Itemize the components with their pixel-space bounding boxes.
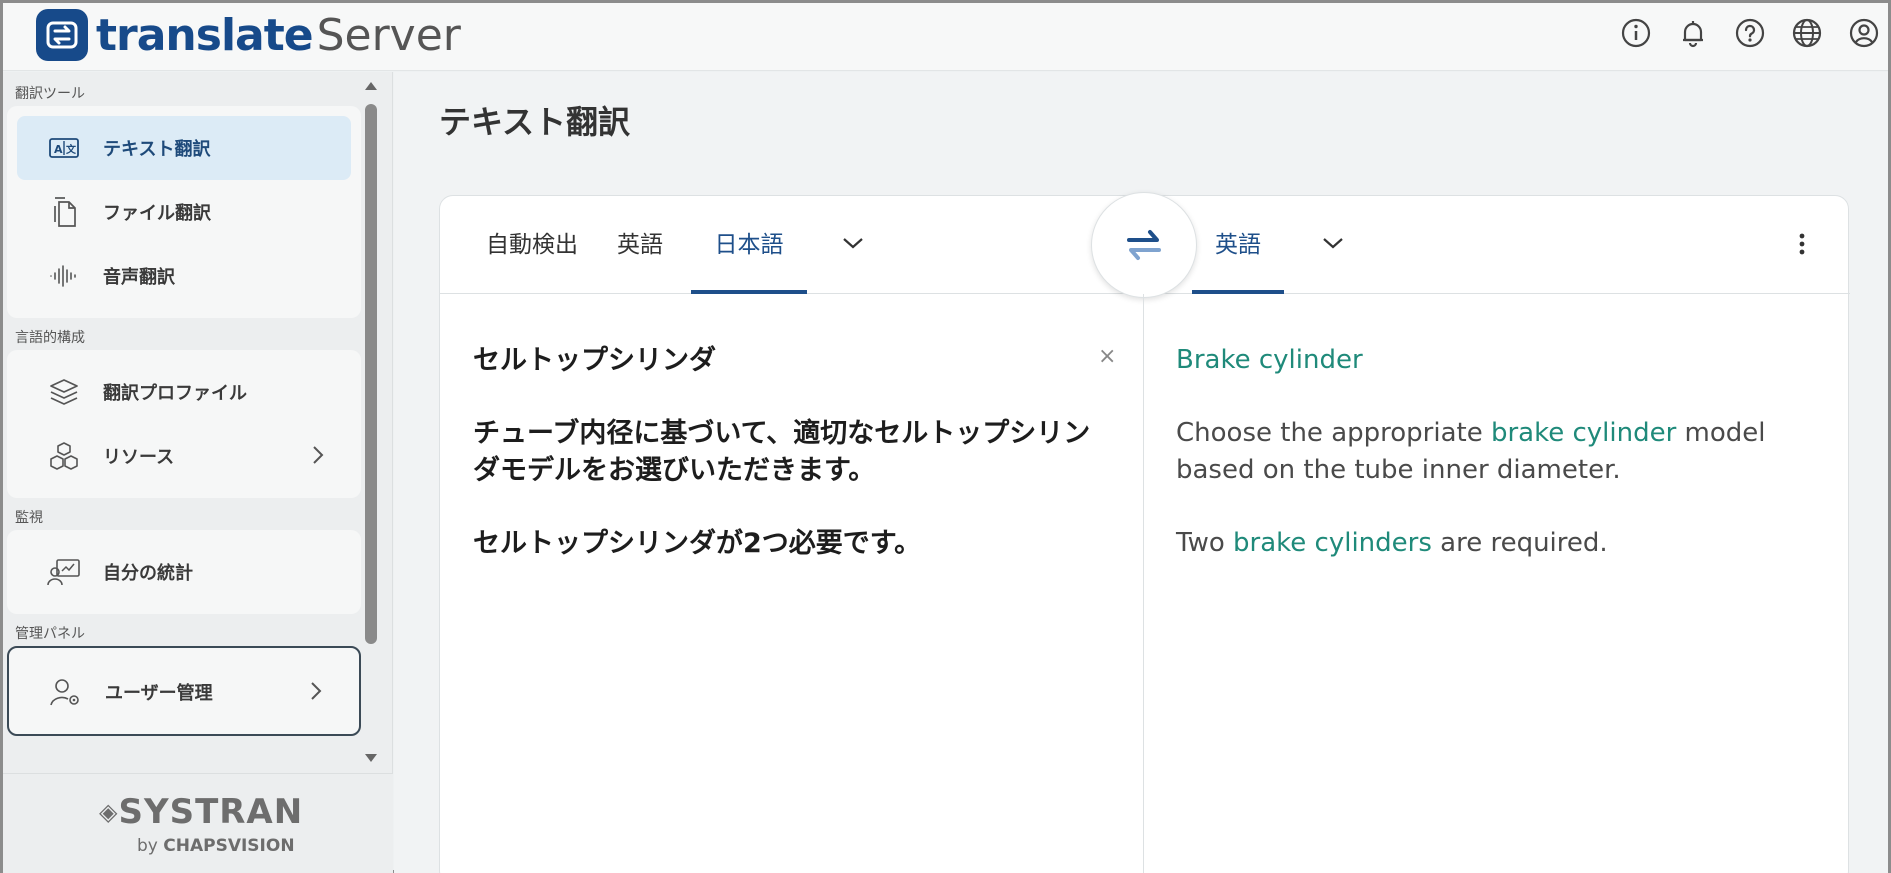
app-logo[interactable]: translate Server [36, 9, 461, 61]
tab-source-japanese[interactable]: 日本語 [691, 196, 807, 294]
info-icon[interactable] [1619, 16, 1652, 49]
chevron-down-icon [1323, 238, 1343, 249]
tab-source-english[interactable]: 英語 [612, 196, 668, 294]
help-icon[interactable] [1733, 16, 1766, 49]
target-language-dropdown[interactable] [1320, 234, 1346, 256]
sidebar-item-translation-profiles[interactable]: 翻訳プロファイル [17, 360, 351, 424]
main-content: テキスト翻訳 自動検出 英語 日本語 英語 セルトップシリンダ チューブ内径に基… [394, 72, 1888, 873]
clear-text-button[interactable]: × [1098, 344, 1116, 369]
sidebar-item-user-management[interactable]: ユーザー管理 [19, 660, 349, 724]
highlighted-term[interactable]: Brake cylinder [1176, 345, 1363, 375]
audio-icon [47, 259, 81, 293]
translation-card: 自動検出 英語 日本語 英語 セルトップシリンダ チューブ内径に基づいて、適切な… [439, 192, 1850, 873]
top-bar: translate Server [3, 3, 1888, 71]
scroll-down-arrow-icon[interactable] [365, 754, 377, 762]
user-account-icon[interactable] [1847, 16, 1880, 49]
sidebar-item-file-translation[interactable]: ファイル翻訳 [17, 180, 351, 244]
target-paragraph: Two brake cylinders are required. [1176, 528, 1608, 558]
chevron-right-icon [311, 444, 325, 471]
sidebar-item-label: 音声翻訳 [103, 267, 175, 288]
sidebar-item-label: リソース [103, 447, 175, 468]
logo-icon [36, 9, 88, 61]
logo-text-server: Server [316, 9, 461, 61]
source-paragraph: セルトップシリンダが2つ必要です。 [473, 528, 922, 559]
file-icon [47, 195, 81, 229]
tab-source-auto-detect[interactable]: 自動検出 [482, 196, 582, 294]
sidebar: 翻訳ツール A文 テキスト翻訳 ファイル翻訳 音声翻訳 言語的構成 翻訳プロファ… [3, 72, 393, 873]
section-title-monitoring: 監視 [15, 510, 43, 526]
highlighted-term[interactable]: brake cylinder [1491, 418, 1676, 448]
sidebar-item-label: 翻訳プロファイル [103, 383, 247, 404]
user-gear-icon [49, 675, 83, 709]
sidebar-scrollbar[interactable] [361, 82, 381, 762]
section-translation-tools: A文 テキスト翻訳 ファイル翻訳 音声翻訳 [7, 106, 361, 318]
sidebar-item-label: テキスト翻訳 [103, 139, 211, 160]
section-title-translation-tools: 翻訳ツール [15, 86, 85, 102]
logo-text-translate: translate [96, 9, 314, 61]
globe-icon[interactable] [1790, 16, 1823, 49]
systran-diamond-icon: ◈ [99, 798, 119, 826]
scroll-up-arrow-icon[interactable] [365, 82, 377, 90]
target-paragraph: Brake cylinder [1176, 342, 1816, 379]
sidebar-nav[interactable]: 翻訳ツール A文 テキスト翻訳 ファイル翻訳 音声翻訳 言語的構成 翻訳プロファ… [3, 72, 381, 770]
sidebar-item-resources[interactable]: リソース [17, 424, 351, 488]
source-paragraph: チューブ内径に基づいて、適切なセルトップシリンダモデルをお選びいただきます。 [473, 418, 1091, 486]
section-title-linguistic-config: 言語的構成 [15, 330, 85, 346]
chevron-down-icon [843, 238, 863, 249]
svg-text:A: A [54, 143, 63, 156]
section-admin-panel: ユーザー管理 [7, 646, 361, 736]
sidebar-item-audio-translation[interactable]: 音声翻訳 [17, 244, 351, 308]
systran-logo: ◈SYSTRAN [99, 792, 304, 832]
layers-icon [47, 375, 81, 409]
bell-icon[interactable] [1676, 16, 1709, 49]
sidebar-item-my-statistics[interactable]: 自分の統計 [17, 540, 351, 604]
page-title: テキスト翻訳 [439, 103, 631, 141]
section-monitoring: 自分の統計 [7, 530, 361, 614]
highlighted-term[interactable]: brake cylinders [1233, 528, 1432, 558]
swap-icon [1127, 230, 1161, 260]
language-tab-bar: 自動検出 英語 日本語 英語 [440, 192, 1850, 298]
section-title-admin-panel: 管理パネル [15, 626, 85, 642]
stats-icon [47, 555, 81, 589]
more-options-button[interactable] [1798, 232, 1806, 260]
brand-footer: ◈SYSTRAN by CHAPSVISION [3, 773, 393, 873]
section-linguistic-config: 翻訳プロファイル リソース [7, 350, 361, 498]
sidebar-item-label: ユーザー管理 [105, 683, 213, 704]
target-text-area: Brake cylinder Choose the appropriate br… [1176, 342, 1816, 598]
source-language-dropdown[interactable] [840, 234, 866, 256]
chapsvision-logo: by CHAPSVISION [137, 836, 295, 856]
swap-languages-button[interactable] [1091, 192, 1197, 298]
scrollbar-thumb[interactable] [365, 104, 377, 644]
panel-divider [1143, 294, 1144, 873]
kebab-menu-icon [1799, 233, 1805, 255]
chevron-right-icon [309, 680, 323, 707]
source-paragraph: セルトップシリンダ [473, 345, 716, 376]
svg-text:文: 文 [66, 143, 77, 156]
sidebar-item-label: ファイル翻訳 [103, 203, 211, 224]
cubes-icon [47, 439, 81, 473]
target-paragraph: Choose the appropriate brake cylinder mo… [1176, 418, 1766, 485]
sidebar-item-text-translation[interactable]: A文 テキスト翻訳 [17, 116, 351, 180]
tab-target-english[interactable]: 英語 [1192, 196, 1284, 294]
sidebar-item-label: 自分の統計 [103, 563, 193, 584]
text-translate-icon: A文 [47, 131, 81, 165]
source-text-area[interactable]: セルトップシリンダ チューブ内径に基づいて、適切なセルトップシリンダモデルをお選… [473, 342, 1093, 598]
